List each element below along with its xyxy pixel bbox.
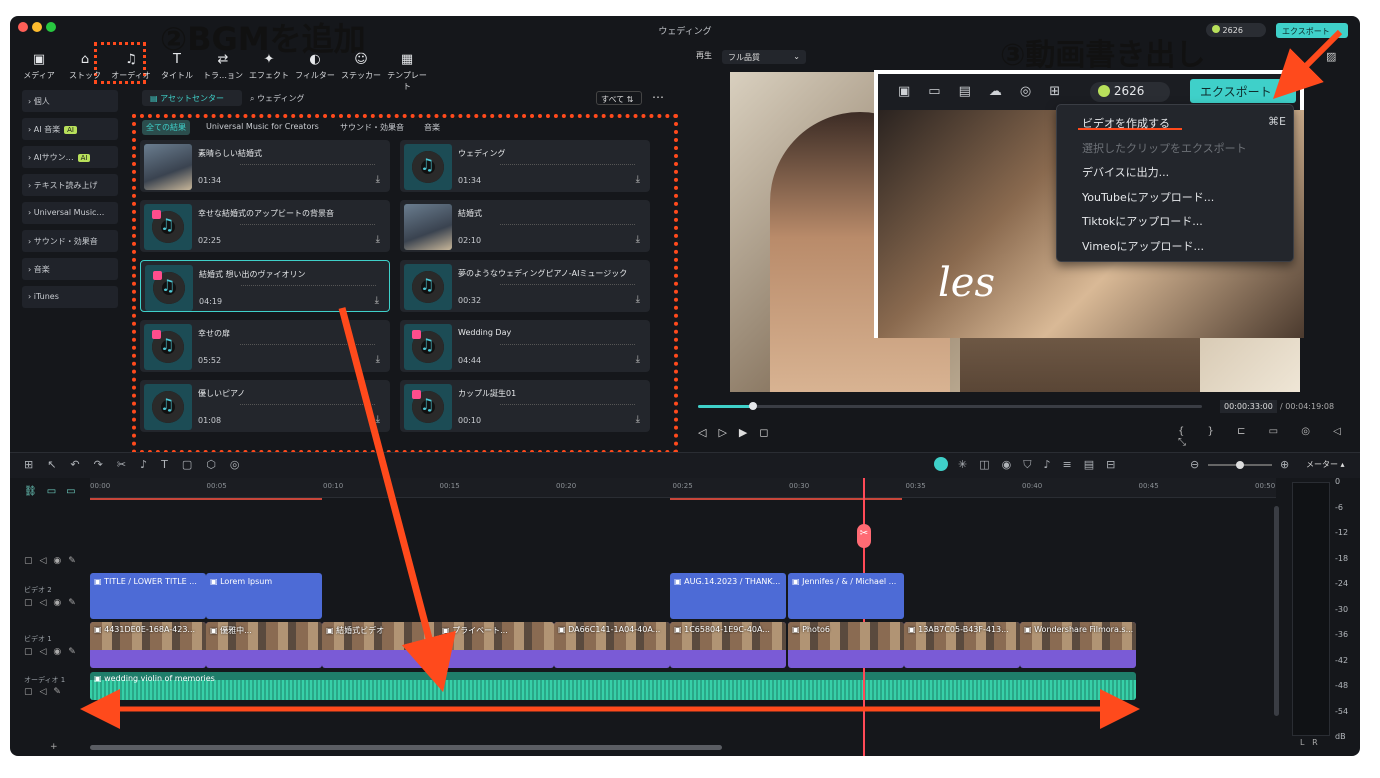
arrow-to-export [1273,29,1343,99]
arrow-to-timeline [338,307,456,693]
annotation-arrows [80,29,1343,729]
